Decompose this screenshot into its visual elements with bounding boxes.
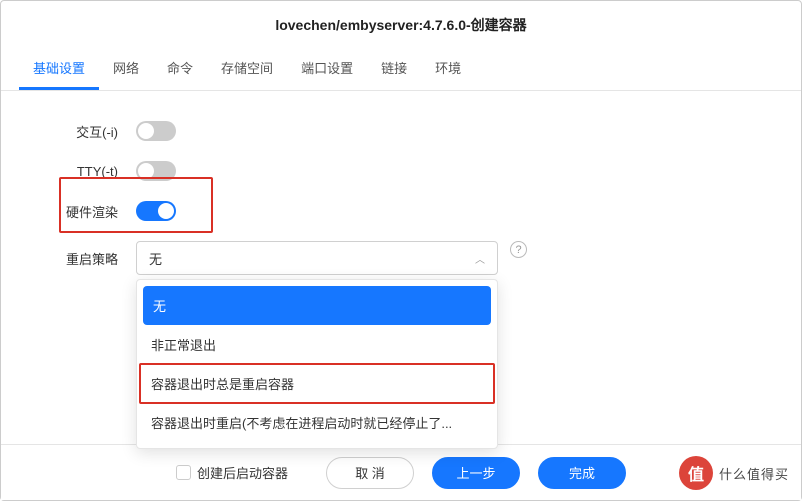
tab-ports[interactable]: 端口设置 — [287, 48, 367, 90]
prev-button[interactable]: 上一步 — [432, 457, 520, 489]
restart-select-wrap: 无 ︿ 无 非正常退出 容器退出时总是重启容器 容器退出时重启(不考虑在进程启动… — [136, 241, 498, 275]
toggle-knob — [158, 203, 174, 219]
help-icon[interactable]: ? — [510, 241, 527, 258]
toggle-interactive[interactable] — [136, 121, 176, 141]
restart-option-none[interactable]: 无 — [143, 286, 491, 325]
label-restart: 重启策略 — [1, 241, 136, 268]
toggle-knob — [138, 123, 154, 139]
tab-storage[interactable]: 存储空间 — [207, 48, 287, 90]
restart-option-always-label: 容器退出时总是重启容器 — [151, 377, 294, 392]
restart-option-unless-stopped[interactable]: 容器退出时重启(不考虑在进程启动时就已经停止了... — [137, 403, 497, 442]
toggle-knob — [138, 163, 154, 179]
watermark: 值 什么值得买 — [679, 456, 789, 490]
restart-option-onfailure[interactable]: 非正常退出 — [137, 325, 497, 364]
watermark-text: 什么值得买 — [719, 464, 789, 483]
tab-command[interactable]: 命令 — [153, 48, 207, 90]
dialog-title: lovechen/embyserver:4.7.6.0-创建容器 — [1, 1, 801, 48]
restart-select[interactable]: 无 ︿ — [136, 241, 498, 275]
label-hwrender: 硬件渲染 — [1, 202, 136, 221]
watermark-badge-icon: 值 — [679, 456, 713, 490]
tab-bar: 基础设置 网络 命令 存储空间 端口设置 链接 环境 — [1, 48, 801, 91]
toggle-tty[interactable] — [136, 161, 176, 181]
tab-links[interactable]: 链接 — [367, 48, 421, 90]
toggle-hwrender[interactable] — [136, 201, 176, 221]
label-tty: TTY(-t) — [1, 164, 136, 179]
restart-select-value: 无 — [149, 249, 162, 268]
chevron-up-icon: ︿ — [475, 251, 485, 266]
tab-network[interactable]: 网络 — [99, 48, 153, 90]
restart-option-always[interactable]: 容器退出时总是重启容器 — [137, 364, 497, 403]
autostart-wrap: 创建后启动容器 — [176, 463, 288, 482]
label-interactive: 交互(-i) — [1, 122, 136, 141]
autostart-label: 创建后启动容器 — [197, 463, 288, 482]
form-area: 交互(-i) TTY(-t) 硬件渲染 重启策略 无 ︿ 无 非正常退出 容器退… — [1, 91, 801, 275]
done-button[interactable]: 完成 — [538, 457, 626, 489]
autostart-checkbox[interactable] — [176, 465, 191, 480]
cancel-button[interactable]: 取 消 — [326, 457, 414, 489]
tab-env[interactable]: 环境 — [421, 48, 475, 90]
tab-basic[interactable]: 基础设置 — [19, 48, 99, 90]
restart-dropdown: 无 非正常退出 容器退出时总是重启容器 容器退出时重启(不考虑在进程启动时就已经… — [136, 279, 498, 449]
